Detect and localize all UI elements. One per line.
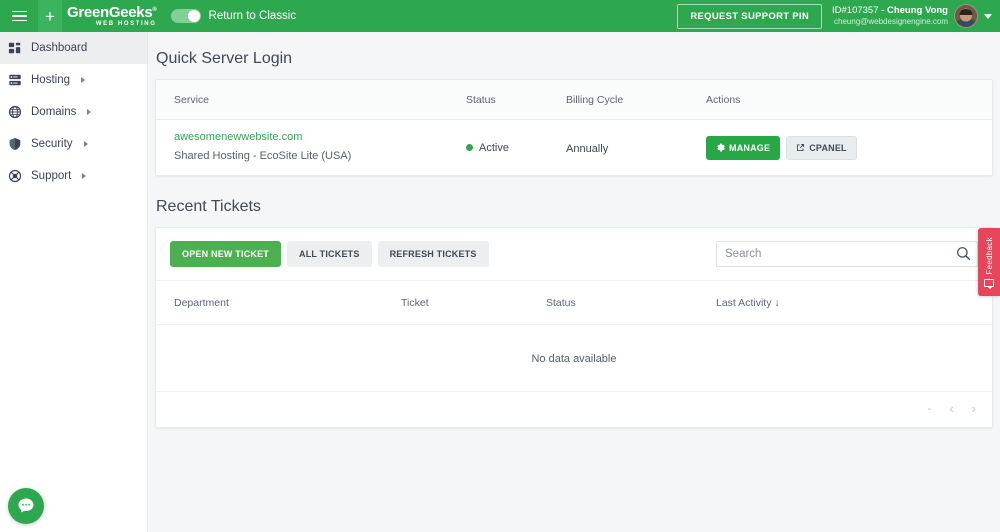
caret-right-icon <box>81 77 85 83</box>
quick-server-login-card: Service Status Billing Cycle Actions awe… <box>155 79 993 176</box>
column-header-status[interactable]: Status <box>546 281 716 325</box>
chevron-right-icon[interactable]: › <box>972 401 976 416</box>
main-content: Quick Server Login Service Status Billin… <box>148 32 1000 532</box>
status-dot-icon <box>466 144 473 151</box>
plus-icon[interactable]: + <box>38 0 62 32</box>
plan-description: Shared Hosting - EcoSite Lite (USA) <box>174 150 352 162</box>
shield-icon <box>9 138 21 150</box>
recent-tickets-card: OPEN NEW TICKET ALL TICKETS REFRESH TICK… <box>155 227 993 428</box>
domain-link[interactable]: awesomenewwebsite.com <box>174 131 466 146</box>
tickets-toolbar: OPEN NEW TICKET ALL TICKETS REFRESH TICK… <box>156 228 992 281</box>
column-header-ticket[interactable]: Ticket <box>401 281 546 325</box>
pagination-range: - <box>927 402 932 415</box>
sort-arrow-down-icon: ↓ <box>774 297 780 309</box>
dashboard-grid-icon <box>8 42 21 54</box>
chevron-down-icon[interactable] <box>984 13 992 19</box>
user-id: ID#107357 - <box>832 5 887 16</box>
sidebar-item-label: Support <box>31 170 72 182</box>
sidebar-nav: Dashboard Hosting Domains Security Suppo… <box>0 32 148 532</box>
cpanel-button-label: CPANEL <box>809 142 847 153</box>
feedback-tab[interactable]: Feedback <box>978 228 1000 296</box>
search-box <box>716 241 978 267</box>
all-tickets-button[interactable]: ALL TICKETS <box>287 241 372 267</box>
sidebar-item-label: Security <box>31 138 73 150</box>
lifebuoy-icon <box>8 169 22 183</box>
open-new-ticket-button[interactable]: OPEN NEW TICKET <box>170 241 282 267</box>
chevron-left-icon[interactable]: ‹ <box>949 401 953 416</box>
pagination: - ‹ › <box>156 392 992 427</box>
table-row: awesomenewwebsite.com Shared Hosting - E… <box>156 120 992 176</box>
column-header-service: Service <box>156 80 466 120</box>
comment-icon <box>984 278 994 289</box>
sidebar-item-hosting[interactable]: Hosting <box>0 64 147 96</box>
feedback-label: Feedback <box>984 237 994 275</box>
status-cell: Active <box>466 120 566 176</box>
brand-tagline: WEB HOSTING <box>95 21 157 27</box>
tickets-table: Department Ticket Status Last Activity ↓ <box>156 281 992 325</box>
caret-right-icon <box>82 173 87 179</box>
sidebar-item-label: Domains <box>31 106 77 118</box>
sidebar-item-label: Dashboard <box>31 42 88 54</box>
avatar[interactable] <box>954 4 978 28</box>
column-header-actions: Actions <box>706 80 992 120</box>
service-cell: awesomenewwebsite.com Shared Hosting - E… <box>156 120 466 176</box>
column-header-department[interactable]: Department <box>156 281 401 325</box>
toggle-switch[interactable] <box>170 9 201 23</box>
header-right-group: REQUEST SUPPORT PIN ID#107357 - Cheung V… <box>677 3 1000 29</box>
brand-logo[interactable]: GreenGeeks® WEB HOSTING <box>62 3 157 29</box>
user-account-menu[interactable]: ID#107357 - Cheung Vong cheung@webdesign… <box>832 4 992 28</box>
sidebar-item-dashboard[interactable]: Dashboard <box>0 32 147 64</box>
user-name: Cheung Vong <box>886 5 948 16</box>
table-header-row: Department Ticket Status Last Activity ↓ <box>156 281 992 325</box>
status-badge: Active <box>479 141 509 154</box>
chat-widget-button[interactable] <box>8 488 44 524</box>
billing-cycle-cell: Annually <box>566 120 706 176</box>
column-header-last-activity[interactable]: Last Activity ↓ <box>716 281 992 325</box>
request-support-pin-button[interactable]: REQUEST SUPPORT PIN <box>677 3 823 29</box>
sidebar-item-label: Hosting <box>31 74 70 86</box>
page-title: Quick Server Login <box>156 50 293 67</box>
cpanel-button[interactable]: CPANEL <box>786 135 857 160</box>
search-icon[interactable] <box>956 246 971 261</box>
caret-right-icon <box>87 109 92 115</box>
column-header-status: Status <box>466 80 566 120</box>
sidebar-item-support[interactable]: Support <box>0 160 147 192</box>
gear-icon <box>717 143 725 152</box>
hamburger-menu-icon[interactable] <box>0 0 38 32</box>
services-table: Service Status Billing Cycle Actions awe… <box>156 80 992 175</box>
sidebar-item-domains[interactable]: Domains <box>0 96 147 128</box>
user-email: cheung@webdesignengine.com <box>834 17 948 26</box>
table-header-row: Service Status Billing Cycle Actions <box>156 80 992 120</box>
manage-button-label: MANAGE <box>729 142 771 153</box>
return-to-classic-toggle[interactable]: Return to Classic <box>170 9 297 23</box>
chat-bubble-icon <box>18 498 34 513</box>
server-icon <box>9 74 21 86</box>
caret-right-icon <box>83 141 88 147</box>
manage-button[interactable]: MANAGE <box>706 135 781 160</box>
brand-name: GreenGeeks <box>67 4 153 21</box>
search-input[interactable] <box>716 241 978 267</box>
toggle-label: Return to Classic <box>208 10 297 22</box>
billing-cycle-value: Annually <box>566 142 609 155</box>
user-info: ID#107357 - Cheung Vong cheung@webdesign… <box>832 5 948 27</box>
top-header-bar: + GreenGeeks® WEB HOSTING Return to Clas… <box>0 0 1000 32</box>
column-header-billing-cycle: Billing Cycle <box>566 80 706 120</box>
external-link-icon <box>797 143 805 152</box>
globe-icon <box>8 105 22 119</box>
recent-tickets-title: Recent Tickets <box>156 198 261 215</box>
empty-state-message: No data available <box>156 325 992 392</box>
sidebar-item-security[interactable]: Security <box>0 128 147 160</box>
actions-cell: MANAGE CPANEL <box>706 120 992 176</box>
column-header-last-activity-label: Last Activity <box>716 297 772 309</box>
refresh-tickets-button[interactable]: REFRESH TICKETS <box>377 241 489 267</box>
